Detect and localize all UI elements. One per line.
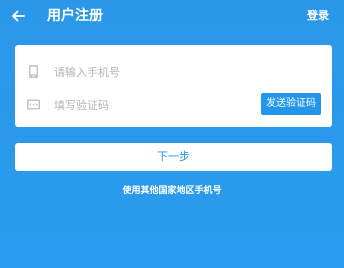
registration-form: 发送验证码 — [15, 45, 332, 127]
send-code-button[interactable]: 发送验证码 — [261, 93, 321, 115]
phone-icon — [29, 65, 38, 78]
sms-code-icon — [27, 99, 40, 110]
page-title: 用户注册 — [47, 8, 103, 24]
login-link[interactable]: 登录 — [307, 8, 329, 24]
verification-code-input[interactable] — [54, 95, 244, 115]
arrow-left-icon[interactable] — [11, 9, 25, 23]
header-bar: 用户注册 登录 — [0, 0, 344, 34]
other-region-phone-link[interactable]: 使用其他国家地区手机号 — [0, 184, 344, 198]
phone-input[interactable] — [54, 62, 244, 82]
phone-field-row — [15, 60, 332, 84]
next-step-button[interactable]: 下一步 — [15, 143, 332, 171]
code-field-row: 发送验证码 — [15, 93, 332, 117]
